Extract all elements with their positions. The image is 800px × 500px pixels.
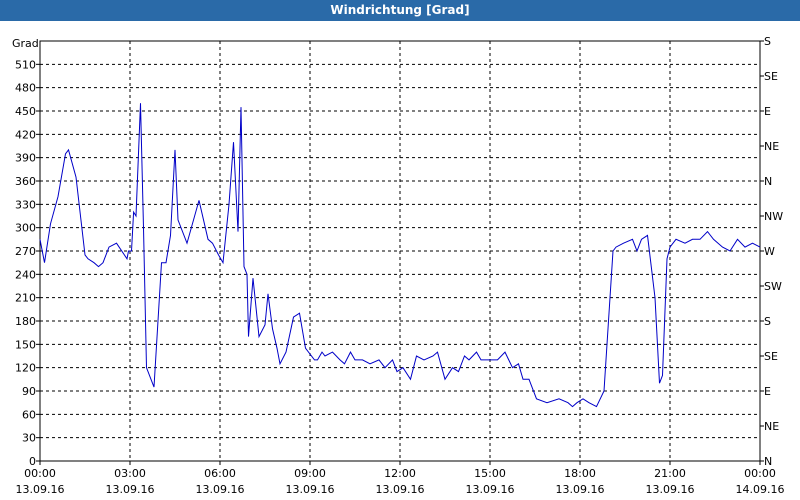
x-tick-date: 13.09.16 [106,483,155,496]
x-tick-time: 03:00 [114,467,146,480]
right-axis: NNEESESSWWNWNNEESES [760,35,783,468]
y-tick-label: 150 [15,338,36,351]
x-tick-time: 15:00 [474,467,506,480]
y-tick-label: 300 [15,222,36,235]
x-tick-date: 13.09.16 [556,483,605,496]
compass-tick-label: S [764,35,771,48]
y-tick-label: 180 [15,315,36,328]
x-tick-time: 18:00 [564,467,596,480]
compass-tick-label: S [764,315,771,328]
y-tick-label: 420 [15,128,36,141]
y-tick-label: 210 [15,292,36,305]
y-tick-label: 270 [15,245,36,258]
x-tick-date: 13.09.16 [466,483,515,496]
y-tick-label: 90 [22,385,36,398]
y-tick-label: 240 [15,268,36,281]
grid [40,41,760,461]
x-tick-date: 13.09.16 [646,483,695,496]
x-tick-date: 13.09.16 [286,483,335,496]
compass-tick-label: SE [764,70,778,83]
x-tick-time: 00:00 [24,467,56,480]
x-tick-date: 13.09.16 [16,483,65,496]
y-axis-label: Grad [12,37,39,50]
compass-tick-label: NE [764,420,779,433]
y-tick-label: 30 [22,432,36,445]
y-tick-label: 450 [15,105,36,118]
x-tick-time: 09:00 [294,467,326,480]
compass-tick-label: E [764,385,771,398]
compass-tick-label: E [764,105,771,118]
y-tick-label: 390 [15,152,36,165]
compass-tick-label: NW [764,210,783,223]
y-tick-label: 120 [15,362,36,375]
x-tick-date: 14.09.16 [736,483,785,496]
compass-tick-label: W [764,245,775,258]
time-axis: 00:00 13.09.16 03:00 13.09.16 06:00 13.09.16 0… [16,461,785,496]
y-tick-label: 60 [22,408,36,421]
y-tick-label: 360 [15,175,36,188]
compass-tick-label: NE [764,140,779,153]
x-tick-time: 21:00 [654,467,686,480]
x-tick-time: 06:00 [204,467,236,480]
compass-tick-label: SE [764,350,778,363]
y-tick-label: 330 [15,198,36,211]
window-title: Windrichtung [Grad] [0,0,800,21]
x-tick-time: 00:00 [744,467,776,480]
y-tick-label: 510 [15,58,36,71]
x-tick-time: 12:00 [384,467,416,480]
x-tick-date: 13.09.16 [196,483,245,496]
left-axis: 0306090120150180210240270300330360390420… [15,58,40,468]
compass-tick-label: N [764,175,772,188]
x-tick-date: 13.09.16 [376,483,425,496]
wind-direction-chart: 0306090120150180210240270300330360390420… [12,35,785,496]
y-tick-label: 480 [15,82,36,95]
compass-tick-label: SW [764,280,782,293]
